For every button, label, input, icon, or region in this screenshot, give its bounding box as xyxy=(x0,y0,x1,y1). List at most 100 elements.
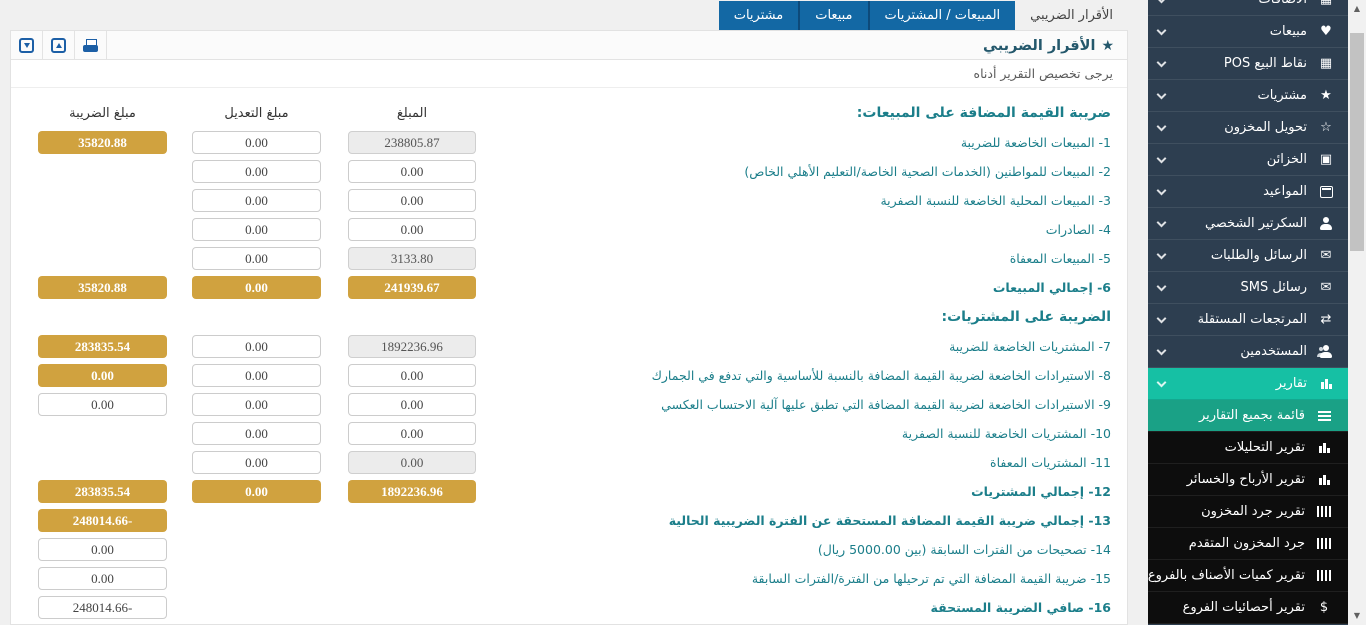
tab-sales-purchases[interactable]: المبيعات / المشتريات xyxy=(868,1,1016,30)
form-header-row: الضريبة على المشتريات: xyxy=(11,302,1127,332)
column-header-adjustment: مبلغ التعديل xyxy=(192,106,321,121)
form-row: 15- ضريبة القيمة المضافة التي تم ترحيلها… xyxy=(11,564,1127,593)
amount-input[interactable] xyxy=(348,160,476,183)
calendar-icon xyxy=(1316,186,1336,198)
amount-readonly: 0.00 xyxy=(348,451,476,474)
sidebar-subitem-inventory-count-report[interactable]: تقرير جرد المخزون xyxy=(1148,496,1348,528)
users-icon xyxy=(1316,345,1336,358)
sidebar-item-appointments[interactable]: المواعيد xyxy=(1148,176,1348,208)
tax-input[interactable] xyxy=(38,538,167,561)
adjustment-total-badge: 0.00 xyxy=(192,276,321,299)
adjustment-input[interactable] xyxy=(192,218,321,241)
bar-chart-icon xyxy=(1316,378,1336,389)
amount-total-badge: 241939.67 xyxy=(348,276,476,299)
adjustment-input[interactable] xyxy=(192,393,321,416)
window-scrollbar[interactable]: ▲ ▼ xyxy=(1348,0,1366,625)
scroll-up-arrow-icon[interactable]: ▲ xyxy=(1348,2,1366,16)
adjustment-input[interactable] xyxy=(192,451,321,474)
page-title: ★ الأقرار الضريبي xyxy=(983,31,1114,60)
report-subtitle: يرجى تخصيص التقرير أدناه xyxy=(11,60,1127,88)
sidebar-item-reports[interactable]: تقارير xyxy=(1148,368,1348,400)
sidebar-subitem-profit-loss-report[interactable]: تقرير الأرباح والخسائر xyxy=(1148,464,1348,496)
sidebar-subitem-analytics-report[interactable]: تقرير التحليلات xyxy=(1148,432,1348,464)
sidebar-item-personal-secretary[interactable]: السكرتير الشخصي xyxy=(1148,208,1348,240)
list-icon xyxy=(1314,411,1334,421)
chevron-down-icon xyxy=(1157,0,1167,3)
sidebar-item-inventory-transfer[interactable]: ☆ تحويل المخزون xyxy=(1148,112,1348,144)
chevron-down-icon xyxy=(1157,89,1167,99)
sidebar-item-independent-returns[interactable]: ⇄ المرتجعات المستقلة xyxy=(1148,304,1348,336)
amount-input[interactable] xyxy=(348,422,476,445)
tax-amount-badge: 35820.88 xyxy=(38,131,167,154)
sidebar-subitem-branch-statistics-report[interactable]: $ تقرير أحصائيات الفروع xyxy=(1148,592,1348,624)
form-row-net-tax: 16- صافي الضريبة المستحقة xyxy=(11,593,1127,622)
form-row: 7- المشتريات الخاضعة للضريبة 1892236.96 … xyxy=(11,332,1127,361)
tab-sales[interactable]: مبيعات xyxy=(798,1,867,30)
print-button[interactable] xyxy=(75,31,107,59)
tax-input[interactable] xyxy=(38,393,167,416)
form-row-total-purchases: 12- إجمالي المشتريات 1892236.96 0.00 283… xyxy=(11,477,1127,506)
sidebar-subitem-branch-item-quantities-report[interactable]: تقرير كميات الأصناف بالفروع xyxy=(1148,560,1348,592)
adjustment-input[interactable] xyxy=(192,160,321,183)
sidebar-subitem-advanced-inventory-count[interactable]: جرد المخزون المتقدم xyxy=(1148,528,1348,560)
section-title-sales: ضريبة القيمة المضافة على المبيعات: xyxy=(476,105,1127,121)
chevron-down-icon xyxy=(1157,345,1167,355)
adjustment-total-badge: 0.00 xyxy=(192,480,321,503)
envelope-icon: ✉ xyxy=(1316,280,1336,295)
form-row: 3- المبيعات المحلية الخاضعة للنسبة الصفر… xyxy=(11,186,1127,215)
adjustment-input[interactable] xyxy=(192,189,321,212)
adjustment-input[interactable] xyxy=(192,247,321,270)
sidebar-item-pos[interactable]: ▦ نقاط البيع POS xyxy=(1148,48,1348,80)
amount-input[interactable] xyxy=(348,364,476,387)
tab-purchases[interactable]: مشتريات xyxy=(719,1,798,30)
square-arrow-up-icon xyxy=(51,38,66,53)
collapse-button[interactable] xyxy=(11,31,43,59)
tax-input[interactable] xyxy=(38,596,167,619)
square-arrow-down-icon xyxy=(19,38,34,53)
form-row: 8- الاستيرادات الخاضعة لضريبة القيمة الم… xyxy=(11,361,1127,390)
amount-readonly: 1892236.96 xyxy=(348,335,476,358)
printer-icon xyxy=(83,39,98,52)
form-row: 11- المشتريات المعفاة 0.00 xyxy=(11,448,1127,477)
sidebar-item-addons[interactable]: ▦ الاضافات xyxy=(1148,0,1348,16)
amount-input[interactable] xyxy=(348,218,476,241)
sidebar-item-users[interactable]: المستخدمين xyxy=(1148,336,1348,368)
star-icon: ★ xyxy=(1316,88,1336,103)
adjustment-input[interactable] xyxy=(192,131,321,154)
sidebar-item-sales[interactable]: ♥ مبيعات xyxy=(1148,16,1348,48)
amount-input[interactable] xyxy=(348,393,476,416)
adjustment-input[interactable] xyxy=(192,335,321,358)
form-row: 9- الاستيرادات الخاضعة لضريبة القيمة الم… xyxy=(11,390,1127,419)
tax-input[interactable] xyxy=(38,567,167,590)
form-row-total-sales: 6- إجمالي المبيعات 241939.67 0.00 35820.… xyxy=(11,273,1127,302)
sidebar-item-purchases[interactable]: ★ مشتريات xyxy=(1148,80,1348,112)
chevron-down-icon xyxy=(1157,249,1167,259)
grid-icon: ▦ xyxy=(1316,0,1336,7)
column-header-amount: المبلغ xyxy=(348,106,476,121)
sidebar-subitem-all-reports[interactable]: قائمة بجميع التقارير xyxy=(1148,400,1348,432)
amount-input[interactable] xyxy=(348,189,476,212)
report-tabbar: الأقرار الضريبي المبيعات / المشتريات مبي… xyxy=(0,0,1148,30)
tab-tax-declaration[interactable]: الأقرار الضريبي xyxy=(1015,1,1128,30)
box-icon: ▣ xyxy=(1316,152,1336,167)
scrollbar-thumb[interactable] xyxy=(1350,33,1364,251)
adjustment-input[interactable] xyxy=(192,364,321,387)
scroll-down-arrow-icon[interactable]: ▼ xyxy=(1348,609,1366,623)
grid-icon: ▦ xyxy=(1316,56,1336,71)
sidebar-item-sms[interactable]: ✉ رسائل SMS xyxy=(1148,272,1348,304)
adjustment-input[interactable] xyxy=(192,422,321,445)
form-row: 4- الصادرات xyxy=(11,215,1127,244)
form-row: 5- المبيعات المعفاة 3133.80 xyxy=(11,244,1127,273)
tax-total-badge: 283835.54 xyxy=(38,480,167,503)
expand-button[interactable] xyxy=(43,31,75,59)
form-row: 10- المشتريات الخاضعة للنسبة الصفرية xyxy=(11,419,1127,448)
chevron-down-icon xyxy=(1157,153,1167,163)
section-title-purchases: الضريبة على المشتريات: xyxy=(476,309,1127,325)
amount-readonly: 3133.80 xyxy=(348,247,476,270)
star-icon: ★ xyxy=(1101,38,1114,54)
bar-chart-icon xyxy=(1314,474,1334,485)
sidebar-item-safes[interactable]: ▣ الخزائن xyxy=(1148,144,1348,176)
chevron-down-icon xyxy=(1157,25,1167,35)
form-row: 2- المبيعات للمواطنين (الخدمات الصحية ال… xyxy=(11,157,1127,186)
sidebar-item-messages-requests[interactable]: ✉ الرسائل والطلبات xyxy=(1148,240,1348,272)
